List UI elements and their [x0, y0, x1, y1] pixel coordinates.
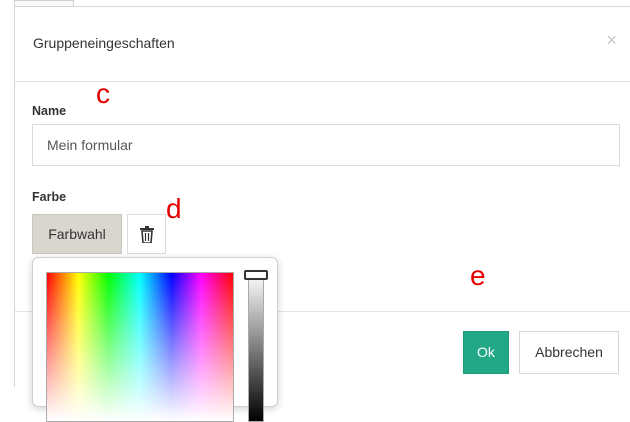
annotation-d: d: [166, 193, 182, 224]
trash-icon: [140, 226, 154, 243]
color-spectrum[interactable]: [46, 272, 234, 422]
dialog-title: Gruppeneingeschaften: [33, 35, 175, 51]
name-input[interactable]: Mein formular: [32, 124, 620, 166]
dialog-header: Gruppeneingeschaften ×: [15, 7, 630, 82]
name-label: Name: [32, 104, 67, 118]
color-picker-popover: [32, 257, 278, 422]
cancel-button[interactable]: Abbrechen: [519, 331, 619, 374]
brightness-slider-handle[interactable]: [244, 270, 268, 280]
brightness-slider[interactable]: [248, 272, 264, 422]
ok-button[interactable]: Ok: [463, 331, 509, 374]
group-properties-dialog: Gruppeneingeschaften × Name Mein formula…: [14, 6, 630, 422]
color-label: Farbe: [32, 190, 67, 204]
annotation-c: c: [96, 78, 110, 109]
clear-color-button[interactable]: [127, 214, 166, 254]
color-picker-button[interactable]: Farbwahl: [32, 214, 122, 254]
close-icon[interactable]: ×: [606, 31, 617, 49]
annotation-e: e: [470, 260, 486, 291]
